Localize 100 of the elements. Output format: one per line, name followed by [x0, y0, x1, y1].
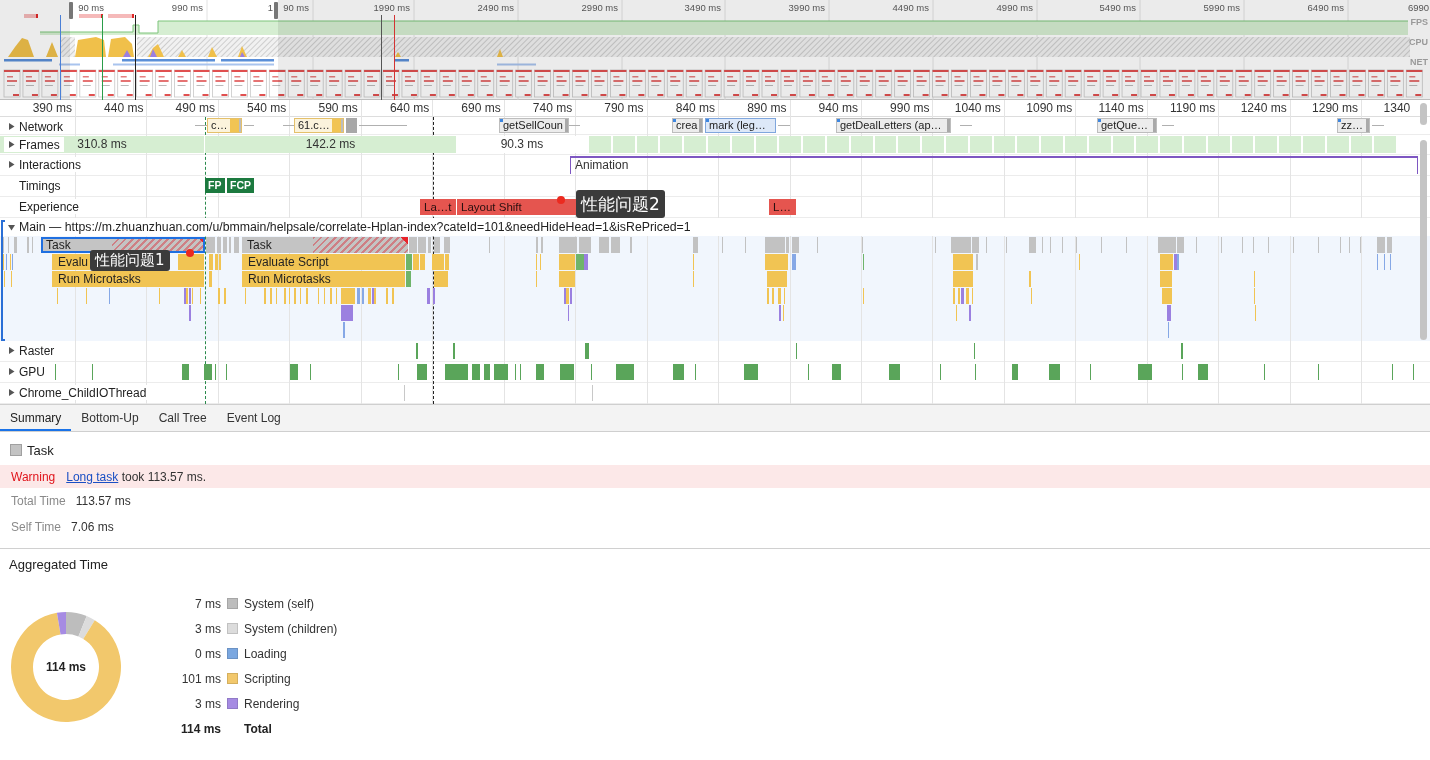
frame-bar[interactable] — [803, 136, 826, 153]
network-request-bar[interactable]: getDealLetters (ap… — [836, 118, 951, 133]
frame-bar[interactable] — [684, 136, 707, 153]
rendering-event-bar[interactable] — [1167, 305, 1171, 321]
network-request-bar[interactable]: 61.c… — [294, 118, 344, 133]
scrollbar-thumb[interactable] — [1420, 103, 1427, 125]
rendering-event-bar[interactable] — [584, 254, 588, 270]
gpu-task-bar[interactable] — [182, 364, 189, 380]
details-tab[interactable]: Bottom-Up — [71, 405, 149, 431]
script-event-bar[interactable] — [178, 254, 204, 270]
rendering-event-bar[interactable] — [961, 288, 964, 304]
frame-bar[interactable] — [1255, 136, 1279, 153]
layout-shift-event[interactable]: La…t — [420, 199, 456, 215]
flame-chart-entry[interactable]: Run Microtasks — [242, 271, 405, 287]
disclosure-triangle-icon[interactable] — [8, 223, 15, 231]
network-request-bar[interactable]: crea — [672, 118, 704, 133]
track-label[interactable]: Raster — [19, 343, 55, 358]
flame-chart-entry[interactable]: Run Microtasks — [52, 271, 204, 287]
frame-bar[interactable] — [779, 136, 803, 153]
gpu-task-bar[interactable] — [832, 364, 841, 380]
disclosure-triangle-icon[interactable] — [8, 161, 15, 168]
frame-bar[interactable] — [1136, 136, 1160, 153]
gpu-task-bar[interactable] — [536, 364, 544, 380]
range-handle[interactable] — [69, 2, 73, 19]
loading-event-bar[interactable] — [357, 288, 360, 304]
raster-task-bar[interactable] — [585, 343, 589, 359]
frame-bar[interactable] — [1207, 136, 1231, 153]
frame-bar[interactable] — [1184, 136, 1207, 153]
network-request-bar[interactable]: getSellCoun — [499, 118, 569, 133]
gpu-task-bar[interactable] — [494, 364, 508, 380]
gpu-task-bar[interactable] — [1049, 364, 1060, 380]
timing-mark[interactable]: FP — [205, 178, 225, 193]
frame-bar[interactable] — [1350, 136, 1374, 153]
timing-mark[interactable]: FCP — [227, 178, 254, 193]
gpu-task-bar[interactable] — [889, 364, 900, 380]
network-request-bar[interactable]: zz… — [1337, 118, 1370, 133]
loading-event-bar[interactable] — [792, 254, 796, 270]
long-task-link[interactable]: Long task — [66, 469, 119, 484]
frame-bar[interactable] — [993, 136, 1017, 153]
frame-bar[interactable] — [969, 136, 993, 153]
layout-shift-event[interactable]: L… — [769, 199, 796, 215]
disclosure-triangle-icon[interactable] — [8, 141, 15, 148]
network-request-bar[interactable]: getQue… — [1097, 118, 1157, 133]
frame-bar[interactable] — [1160, 136, 1183, 153]
frame-bar[interactable] — [612, 136, 636, 153]
gpu-task-bar[interactable] — [445, 364, 468, 380]
frame-bar[interactable] — [827, 136, 850, 153]
frame-bar[interactable] — [850, 136, 874, 153]
painting-event-bar[interactable] — [406, 254, 412, 270]
details-tab[interactable]: Summary — [0, 405, 72, 431]
track-label[interactable]: Network — [19, 119, 63, 134]
disclosure-triangle-icon[interactable] — [8, 347, 15, 354]
gpu-task-bar[interactable] — [290, 364, 298, 380]
frame-bar[interactable] — [731, 136, 755, 153]
rendering-event-bar[interactable] — [341, 305, 353, 321]
frame-bar[interactable] — [1231, 136, 1255, 153]
flame-chart-entry[interactable]: Task — [242, 237, 408, 253]
frame-bar[interactable] — [660, 136, 684, 153]
gpu-task-bar[interactable] — [204, 364, 212, 380]
painting-event-bar[interactable] — [576, 254, 584, 270]
frame-bar[interactable] — [1041, 136, 1064, 153]
frame-bar[interactable] — [589, 136, 612, 153]
frame-bar[interactable] — [1374, 136, 1398, 153]
frame-bar[interactable] — [1088, 136, 1112, 153]
rendering-event-bar[interactable] — [1174, 254, 1177, 270]
screenshot-filmstrip-drawing[interactable] — [3, 69, 1423, 98]
disclosure-triangle-icon[interactable] — [8, 368, 15, 375]
track-label[interactable]: Timings — [19, 178, 61, 193]
network-request-bar[interactable]: mark (leg… — [705, 118, 776, 133]
frame-bar[interactable]: 142.2 ms — [205, 136, 457, 153]
rendering-event-bar[interactable] — [427, 288, 430, 304]
frame-bar[interactable] — [1112, 136, 1136, 153]
gpu-task-bar[interactable] — [417, 364, 427, 380]
frame-bar[interactable] — [898, 136, 922, 153]
frame-bar[interactable] — [1279, 136, 1302, 153]
network-request-bar[interactable]: c… — [207, 118, 242, 133]
layout-shift-event[interactable]: Layout Shift — [457, 199, 577, 215]
frame-bar[interactable] — [708, 136, 731, 153]
gpu-task-bar[interactable] — [472, 364, 480, 380]
frame-bar[interactable] — [1326, 136, 1350, 153]
disclosure-triangle-icon[interactable] — [8, 123, 15, 130]
range-handle[interactable] — [274, 2, 278, 19]
network-request-bar[interactable] — [346, 118, 357, 133]
frame-bar[interactable] — [874, 136, 898, 153]
frame-bar[interactable] — [636, 136, 660, 153]
frame-bar[interactable] — [1065, 136, 1088, 153]
track-label[interactable]: GPU — [19, 364, 45, 379]
disclosure-triangle-icon[interactable] — [8, 389, 15, 396]
gpu-task-bar[interactable] — [744, 364, 758, 380]
gpu-task-bar[interactable] — [673, 364, 684, 380]
painting-event-bar[interactable] — [406, 271, 411, 287]
track-label[interactable]: Interactions — [19, 157, 82, 172]
gpu-task-bar[interactable] — [484, 364, 490, 380]
flame-chart-entry[interactable]: Evalu — [52, 254, 90, 270]
details-tab[interactable]: Event Log — [216, 405, 291, 431]
gpu-task-bar[interactable] — [616, 364, 634, 380]
flame-chart-entry[interactable]: Task — [41, 237, 205, 253]
frame-bar[interactable] — [922, 136, 945, 153]
details-tab[interactable]: Call Tree — [148, 405, 217, 431]
flame-chart-entry[interactable]: Evaluate Script — [242, 254, 405, 270]
